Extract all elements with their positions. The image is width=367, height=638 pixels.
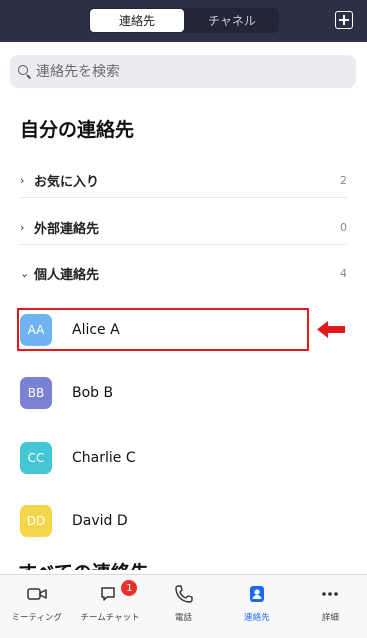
search-icon — [18, 64, 32, 79]
group-count: 4 — [340, 266, 347, 280]
nav-contacts[interactable]: 連絡先 — [220, 575, 293, 638]
avatar: CC — [20, 442, 52, 474]
chat-bubble-icon — [101, 587, 115, 601]
nav-label: 連絡先 — [244, 613, 270, 623]
contact-item-david[interactable]: DD David D — [20, 502, 310, 540]
contact-item-charlie[interactable]: CC Charlie C — [20, 439, 310, 477]
contact-card-icon — [249, 586, 264, 602]
video-camera-icon — [26, 588, 47, 600]
nav-label: チームチャット — [80, 613, 140, 623]
avatar: BB — [20, 377, 52, 409]
nav-label: ミーティング — [11, 613, 62, 623]
highlight-box — [17, 308, 309, 351]
tab-contacts[interactable]: 連絡先 — [90, 9, 184, 32]
add-button[interactable] — [335, 11, 353, 29]
contact-name: David D — [72, 513, 128, 529]
group-favorites[interactable]: › お気に入り 2 — [20, 163, 347, 198]
top-bar: 連絡先 チャネル — [0, 0, 367, 42]
contact-item-bob[interactable]: BB Bob B — [20, 374, 310, 412]
section-title-all-contacts: すべての連絡先 — [18, 558, 318, 570]
search-input[interactable] — [36, 63, 336, 80]
chevron-down-icon: ⌄ — [20, 266, 30, 280]
nav-phone[interactable]: 電話 — [147, 575, 220, 638]
contact-name: Charlie C — [72, 450, 136, 466]
nav-label: 詳細 — [321, 613, 339, 623]
bottom-nav: ミーティング 1 チームチャット 電話 連絡先 詳細 — [0, 574, 367, 638]
group-label: 外部連絡先 — [34, 221, 100, 237]
nav-label: 電話 — [175, 613, 193, 623]
phone-icon — [174, 585, 193, 603]
group-label: 個人連絡先 — [34, 267, 100, 283]
page-title: 自分の連絡先 — [20, 119, 135, 141]
group-count: 0 — [340, 220, 347, 234]
left-arrow-icon — [317, 321, 345, 338]
group-label: お気に入り — [34, 174, 100, 190]
group-count: 2 — [340, 173, 347, 187]
chevron-right-icon: › — [20, 220, 25, 234]
contact-name: Bob B — [72, 385, 114, 401]
avatar: DD — [20, 505, 52, 537]
chevron-right-icon: › — [20, 173, 25, 187]
segmented-control: 連絡先 チャネル — [89, 8, 279, 33]
nav-team-chat[interactable]: 1 チームチャット — [73, 575, 146, 638]
nav-meetings[interactable]: ミーティング — [0, 575, 73, 638]
unread-badge: 1 — [121, 580, 138, 596]
more-dots-icon — [322, 592, 339, 596]
search-bar[interactable] — [10, 55, 356, 88]
tab-channels[interactable]: チャネル — [185, 8, 279, 33]
group-personal[interactable]: ⌄ 個人連絡先 4 — [20, 256, 347, 290]
nav-more[interactable]: 詳細 — [294, 575, 367, 638]
group-external[interactable]: › 外部連絡先 0 — [20, 210, 347, 245]
